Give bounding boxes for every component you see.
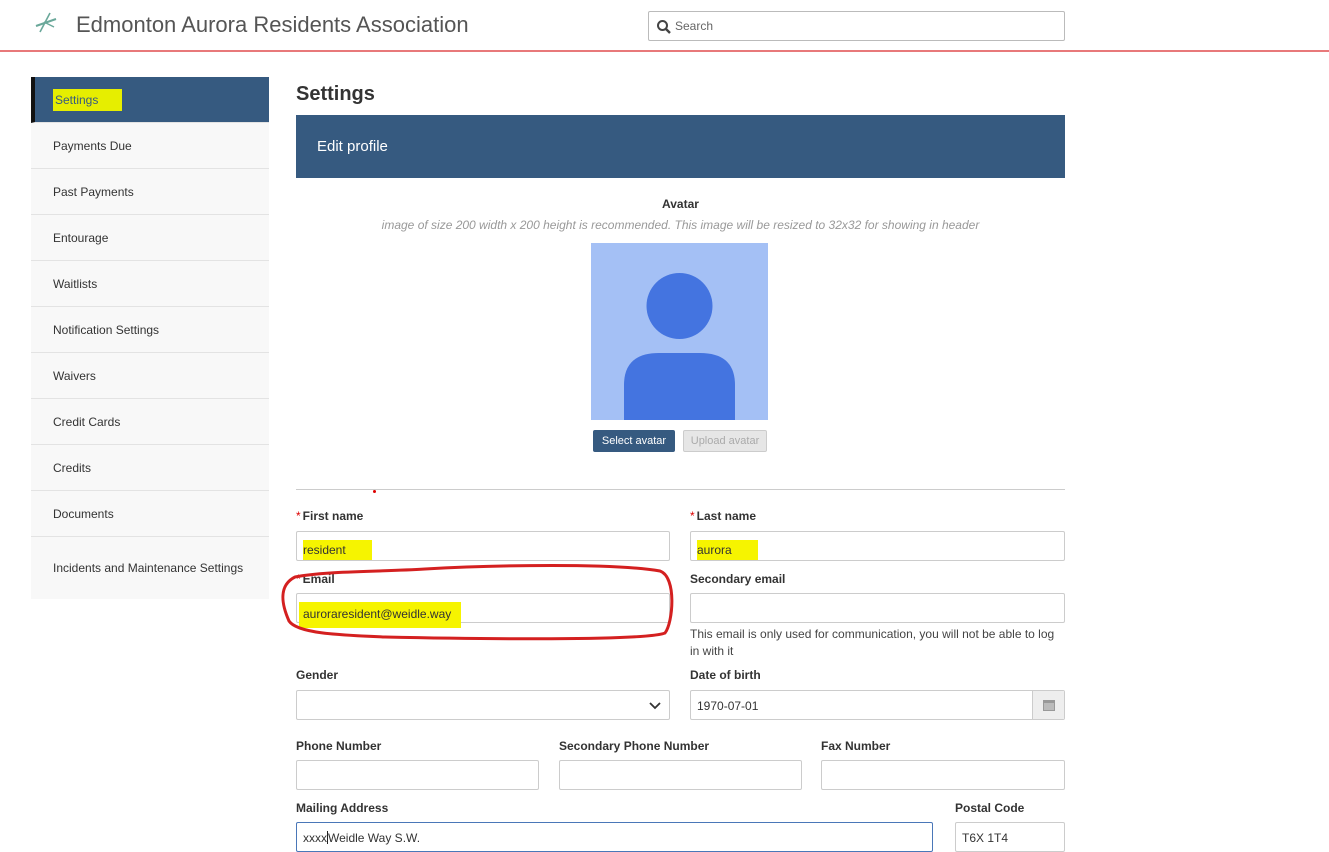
sidebar-item-past-payments[interactable]: Past Payments (31, 169, 269, 215)
sidebar-item-label: Notification Settings (53, 322, 160, 337)
chevron-down-icon (649, 702, 661, 710)
sidebar-item-label: Incidents and Maintenance Settings (53, 561, 244, 575)
mailing-address-label: Mailing Address (296, 801, 389, 815)
secondary-email-label: Secondary email (690, 572, 786, 586)
phone-label: Phone Number (296, 739, 382, 753)
postal-code-value: T6X 1T4 (962, 831, 1009, 845)
calendar-icon (1043, 700, 1055, 711)
last-name-value: aurora (697, 540, 758, 560)
gender-label: Gender (296, 668, 339, 682)
sidebar-item-notification-settings[interactable]: Notification Settings (31, 307, 269, 353)
edit-profile-panel-header: Edit profile (296, 115, 1065, 178)
secondary-email-field[interactable] (690, 593, 1065, 623)
sidebar-item-label: Past Payments (53, 184, 134, 199)
first-name-field[interactable]: resident (296, 531, 670, 561)
annotation-dot (373, 490, 376, 493)
mailing-address-field[interactable]: xxxxWeidle Way S.W. (296, 822, 933, 852)
upload-avatar-button[interactable]: Upload avatar (683, 430, 767, 452)
aurora-logo-icon (35, 12, 57, 33)
sidebar-item-label: Payments Due (53, 138, 132, 153)
avatar-title: Avatar (662, 197, 699, 211)
sidebar-item-incidents-maintenance[interactable]: Incidents and Maintenance Settings (31, 537, 269, 599)
calendar-button[interactable] (1032, 691, 1064, 719)
sidebar-item-waivers[interactable]: Waivers (31, 353, 269, 399)
search-icon (657, 20, 671, 34)
sidebar-item-credit-cards[interactable]: Credit Cards (31, 399, 269, 445)
avatar-placeholder-icon[interactable] (591, 243, 768, 420)
email-value: auroraresident@weidle.way (299, 602, 462, 628)
sidebar-item-credits[interactable]: Credits (31, 445, 269, 491)
secondary-phone-field[interactable] (559, 760, 802, 790)
last-name-label: * Last name (690, 509, 757, 523)
search-box[interactable] (648, 11, 1065, 41)
search-input[interactable] (673, 16, 1053, 36)
sidebar-nav: Settings Payments Due Past Payments Ento… (31, 77, 269, 599)
org-name[interactable]: Edmonton Aurora Residents Association (76, 12, 469, 38)
postal-code-label: Postal Code (955, 801, 1025, 815)
email-field[interactable]: auroraresident@weidle.way (296, 593, 670, 628)
secondary-phone-label: Secondary Phone Number (559, 739, 710, 753)
secondary-email-help: This email is only used for communicatio… (690, 627, 1055, 658)
sidebar-item-label: Entourage (53, 230, 109, 245)
app-header: Edmonton Aurora Residents Association (0, 0, 1329, 52)
first-name-value: resident (303, 540, 372, 560)
last-name-field[interactable]: aurora (690, 531, 1065, 561)
date-of-birth-field[interactable]: 1970-07-01 (690, 690, 1065, 720)
mailing-address-value-end: Weidle Way S.W. (328, 831, 421, 845)
sidebar-item-settings[interactable]: Settings (31, 77, 269, 123)
panel-title: Edit profile (317, 138, 388, 155)
required-mark: * (296, 509, 301, 523)
date-of-birth-label: Date of birth (690, 668, 761, 682)
required-mark: * (296, 572, 301, 586)
sidebar-item-documents[interactable]: Documents (31, 491, 269, 537)
sidebar-item-waitlists[interactable]: Waitlists (31, 261, 269, 307)
sidebar-item-entourage[interactable]: Entourage (31, 215, 269, 261)
date-of-birth-value: 1970-07-01 (697, 699, 759, 713)
mailing-address-value-start: xxxx (303, 831, 327, 845)
sidebar-item-label: Credit Cards (53, 414, 121, 429)
sidebar-item-label: Waitlists (53, 276, 98, 291)
select-avatar-button[interactable]: Select avatar (593, 430, 675, 452)
sidebar-item-label: Waivers (53, 368, 96, 383)
fax-label: Fax Number (821, 739, 891, 753)
sidebar-item-label: Settings (53, 88, 123, 111)
phone-field[interactable] (296, 760, 539, 790)
email-label: * Email (296, 572, 335, 586)
first-name-label: * First name (296, 509, 364, 523)
postal-code-field[interactable]: T6X 1T4 (955, 822, 1065, 852)
avatar-hint: image of size 200 width x 200 height is … (381, 218, 980, 232)
section-divider (296, 489, 1065, 490)
page-title: Settings (296, 83, 375, 105)
gender-select[interactable] (296, 690, 670, 720)
required-mark: * (690, 509, 695, 523)
sidebar-item-label: Documents (53, 506, 114, 521)
sidebar-item-label: Credits (53, 460, 92, 475)
fax-field[interactable] (821, 760, 1065, 790)
sidebar-item-payments-due[interactable]: Payments Due (31, 123, 269, 169)
